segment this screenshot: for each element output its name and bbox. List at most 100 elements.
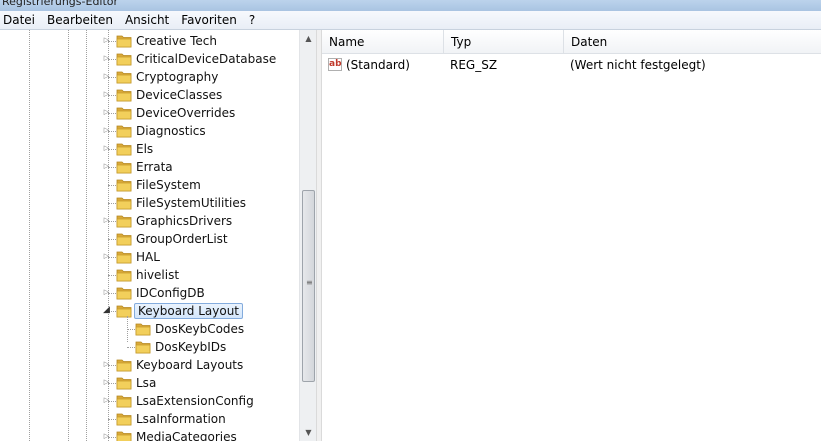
tree-item-label[interactable]: DeviceClasses xyxy=(134,87,224,103)
value-type: REG_SZ xyxy=(450,58,498,72)
folder-icon xyxy=(135,322,151,336)
value-name: (Standard) xyxy=(346,58,410,72)
tree-item-label[interactable]: Lsa xyxy=(134,375,158,391)
tree-item-label[interactable]: Keyboard Layout xyxy=(134,303,244,319)
menu-ansicht[interactable]: Ansicht xyxy=(120,11,176,29)
expand-arrow-icon[interactable]: ▷ xyxy=(102,378,111,387)
tree-item[interactable]: DosKeybCodes xyxy=(0,320,299,338)
tree-item[interactable]: LsaInformation xyxy=(0,410,299,428)
tree-scrollbar[interactable]: ▲ ≡ ▼ xyxy=(299,30,317,441)
menu-bar: Datei Bearbeiten Ansicht Favoriten ? xyxy=(0,11,821,30)
expand-arrow-icon[interactable]: ▷ xyxy=(102,360,111,369)
folder-icon xyxy=(116,106,132,120)
tree-guide-line xyxy=(127,316,128,342)
tree-item[interactable]: ▷ HAL xyxy=(0,248,299,266)
window-title: Registrierungs-Editor xyxy=(2,0,119,8)
column-header-name[interactable]: Name xyxy=(322,30,444,54)
tree-item[interactable]: DosKeybIDs xyxy=(0,338,299,356)
tree-item-label[interactable]: DeviceOverrides xyxy=(134,105,237,121)
tree-item-label[interactable]: Els xyxy=(134,141,155,157)
registry-values-list[interactable]: Name Typ Daten ab (Standard) REG_SZ (Wer… xyxy=(322,30,821,441)
tree-item-label[interactable]: GroupOrderList xyxy=(134,231,230,247)
column-header-data[interactable]: Daten xyxy=(564,30,821,54)
tree-item-label[interactable]: LsaInformation xyxy=(134,411,228,427)
scroll-up-arrow-icon[interactable]: ▲ xyxy=(300,30,317,47)
tree-item[interactable]: ▷ Diagnostics xyxy=(0,122,299,140)
expand-arrow-icon[interactable]: ▷ xyxy=(102,90,111,99)
tree-item[interactable]: ▷ MediaCategories xyxy=(0,428,299,441)
tree-item-label[interactable]: FileSystem xyxy=(134,177,203,193)
tree-item[interactable]: ▷ Creative Tech xyxy=(0,32,299,50)
tree-item[interactable]: ▷ Cryptography xyxy=(0,68,299,86)
expand-arrow-icon[interactable]: ▷ xyxy=(102,144,111,153)
expand-arrow-icon[interactable]: ▷ xyxy=(102,162,111,171)
tree-item-label[interactable]: DosKeybCodes xyxy=(153,321,246,337)
collapse-arrow-icon[interactable]: ◢ xyxy=(102,306,111,315)
expand-arrow-icon[interactable]: ▷ xyxy=(102,396,111,405)
tree-item-label[interactable]: Cryptography xyxy=(134,69,220,85)
tree-item[interactable]: hivelist xyxy=(0,266,299,284)
expand-arrow-icon[interactable]: ▷ xyxy=(102,252,111,261)
tree-item-label[interactable]: Keyboard Layouts xyxy=(134,357,245,373)
folder-icon xyxy=(116,70,132,84)
column-header-type[interactable]: Typ xyxy=(444,30,564,54)
menu-datei[interactable]: Datei xyxy=(0,11,42,29)
expand-arrow-icon[interactable]: ▷ xyxy=(102,54,111,63)
tree-item[interactable]: ▷ LsaExtensionConfig xyxy=(0,392,299,410)
tree-item[interactable]: ▷ DeviceClasses xyxy=(0,86,299,104)
tree-item[interactable]: ▷ Lsa xyxy=(0,374,299,392)
tree-item[interactable]: ▷ Els xyxy=(0,140,299,158)
tree-item[interactable]: ▷ IDConfigDB xyxy=(0,284,299,302)
scroll-down-arrow-icon[interactable]: ▼ xyxy=(300,424,317,441)
tree-item-label[interactable]: CriticalDeviceDatabase xyxy=(134,51,278,67)
folder-icon xyxy=(116,430,132,441)
tree-item[interactable]: FileSystem xyxy=(0,176,299,194)
expand-arrow-icon[interactable]: ▷ xyxy=(102,216,111,225)
tree-item-label[interactable]: MediaCategories xyxy=(134,429,239,441)
registry-key-tree[interactable]: ▷ Creative Tech ▷ CriticalDeviceDatabase ▷ Cr… xyxy=(0,30,316,441)
folder-icon xyxy=(116,214,132,228)
tree-item-label[interactable]: HAL xyxy=(134,249,162,265)
tree-item[interactable]: GroupOrderList xyxy=(0,230,299,248)
tree-connector-line xyxy=(108,275,116,276)
tree-connector-line xyxy=(127,329,135,330)
tree-item[interactable]: ▷ GraphicsDrivers xyxy=(0,212,299,230)
expand-arrow-icon[interactable]: ▷ xyxy=(102,36,111,45)
folder-icon xyxy=(116,358,132,372)
tree-connector-line xyxy=(108,419,116,420)
folder-icon xyxy=(116,160,132,174)
folder-icon xyxy=(135,340,151,354)
grip-icon: ≡ xyxy=(306,278,313,287)
tree-item-label[interactable]: Errata xyxy=(134,159,175,175)
tree-item-label[interactable]: DosKeybIDs xyxy=(153,339,228,355)
folder-icon xyxy=(116,394,132,408)
scroll-thumb[interactable]: ≡ xyxy=(302,190,315,382)
tree-item[interactable]: ▷ CriticalDeviceDatabase xyxy=(0,50,299,68)
expand-arrow-icon[interactable]: ▷ xyxy=(102,288,111,297)
tree-item[interactable]: ◢ Keyboard Layout xyxy=(0,302,299,320)
tree-item-label[interactable]: LsaExtensionConfig xyxy=(134,393,256,409)
tree-item[interactable]: ▷ DeviceOverrides xyxy=(0,104,299,122)
value-row[interactable]: ab (Standard) REG_SZ (Wert nicht festgel… xyxy=(322,56,821,74)
menu-favoriten[interactable]: Favoriten xyxy=(176,11,244,29)
expand-arrow-icon[interactable]: ▷ xyxy=(102,72,111,81)
tree-item[interactable]: ▷ Errata xyxy=(0,158,299,176)
tree-item[interactable]: ▷ Keyboard Layouts xyxy=(0,356,299,374)
tree-item-label[interactable]: GraphicsDrivers xyxy=(134,213,234,229)
tree-item-label[interactable]: IDConfigDB xyxy=(134,285,207,301)
tree-item-label[interactable]: Creative Tech xyxy=(134,33,219,49)
tree-item[interactable]: FileSystemUtilities xyxy=(0,194,299,212)
expand-arrow-icon[interactable]: ▷ xyxy=(102,126,111,135)
tree-connector-line xyxy=(127,347,135,348)
tree-item-label[interactable]: FileSystemUtilities xyxy=(134,195,248,211)
folder-icon xyxy=(116,142,132,156)
tree-item-label[interactable]: hivelist xyxy=(134,267,181,283)
tree-connector-line xyxy=(108,203,116,204)
folder-icon xyxy=(116,286,132,300)
expand-arrow-icon[interactable]: ▷ xyxy=(102,432,111,441)
tree-item-label[interactable]: Diagnostics xyxy=(134,123,208,139)
expand-arrow-icon[interactable]: ▷ xyxy=(102,108,111,117)
menu-help[interactable]: ? xyxy=(244,11,262,29)
menu-bearbeiten[interactable]: Bearbeiten xyxy=(42,11,120,29)
folder-icon xyxy=(116,250,132,264)
